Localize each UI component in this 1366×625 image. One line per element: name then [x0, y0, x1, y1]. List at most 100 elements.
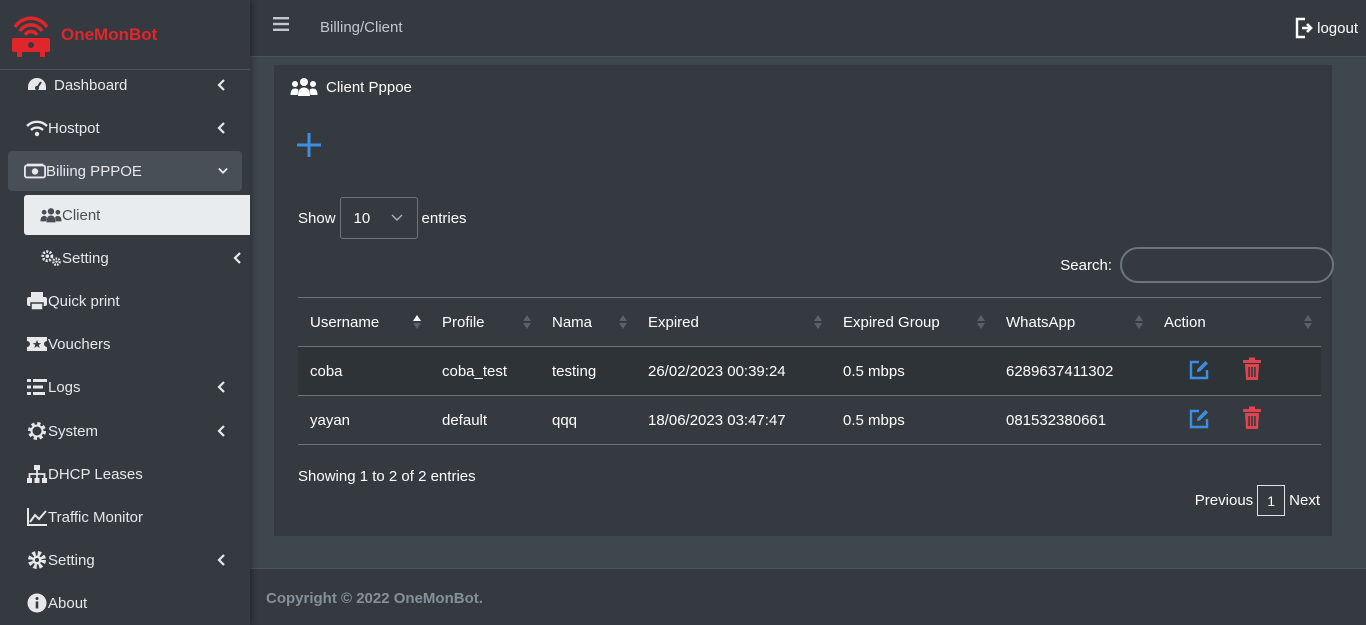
sidebar-item-billing-pppoe[interactable]: Biliing PPPOE: [8, 151, 242, 191]
chevron-left-icon: [216, 381, 226, 393]
chart-line-icon: [26, 506, 48, 528]
sidebar-item-dhcp-leases[interactable]: DHCP Leases: [0, 454, 250, 494]
router-logo-icon: [12, 16, 50, 57]
chevron-left-icon: [216, 79, 226, 91]
sidebar-item-client[interactable]: Client: [24, 195, 250, 235]
sort-icon: [619, 315, 627, 329]
sitemap-icon: [26, 463, 48, 485]
sort-icon: [1135, 315, 1143, 329]
cell-profile: coba_test: [430, 346, 540, 396]
sidebar-item-about[interactable]: About: [0, 583, 250, 623]
sidebar-item-label: Biliing PPPOE: [46, 162, 142, 180]
wifi-icon: [26, 117, 48, 139]
hamburger-menu-icon[interactable]: [273, 17, 289, 31]
cell-expired: 18/06/2023 03:47:47: [636, 395, 831, 445]
delete-button[interactable]: [1242, 357, 1262, 381]
search-control: Search:: [1060, 247, 1334, 283]
chevron-left-icon: [216, 122, 226, 134]
sidebar-item-label: About: [48, 594, 88, 612]
sort-icon: [523, 315, 531, 329]
sidebar-item-traffic-monitor[interactable]: Traffic Monitor: [0, 497, 250, 537]
cell-action: [1152, 346, 1321, 396]
sidebar-item-dashboard[interactable]: Dashboard: [0, 65, 250, 105]
ticket-icon: [26, 333, 48, 355]
page-length-select[interactable]: 10: [339, 197, 418, 239]
sidebar-item-vouchers[interactable]: Vouchers: [0, 324, 250, 364]
add-client-button[interactable]: [296, 132, 322, 158]
brand-name: OneMonBot: [61, 24, 158, 44]
sidebar-item-label: Client: [62, 206, 101, 224]
column-header-expired[interactable]: Expired: [636, 297, 831, 347]
page-length-control: Show 10 entries: [298, 197, 467, 239]
search-input[interactable]: [1120, 247, 1334, 283]
client-table: Username Profile Nama Expired Expired Gr…: [298, 297, 1321, 445]
edit-button[interactable]: [1188, 359, 1210, 381]
sidebar-item-label: Vouchers: [48, 335, 111, 353]
column-header-nama[interactable]: Nama: [540, 297, 636, 347]
delete-button[interactable]: [1242, 406, 1262, 430]
table-row: yayan default qqq 18/06/2023 03:47:47 0.…: [298, 395, 1321, 445]
sidebar-item-hostpot[interactable]: Hostpot: [0, 108, 250, 148]
cell-profile: default: [430, 395, 540, 445]
table-header-row: Username Profile Nama Expired Expired Gr…: [298, 297, 1321, 347]
table-row: coba coba_test testing 26/02/2023 00:39:…: [298, 346, 1321, 396]
logout-label: logout: [1317, 19, 1358, 37]
page-length-value: 10: [353, 209, 371, 227]
users-icon: [40, 204, 62, 226]
brand[interactable]: OneMonBot: [0, 0, 250, 70]
search-label: Search:: [1060, 256, 1112, 274]
sidebar-item-quick-print[interactable]: Quick print: [0, 281, 250, 321]
sidebar: OneMonBot Dashboard Hostpot Biliing PPPO…: [0, 0, 250, 625]
cogs-icon: [40, 247, 62, 269]
cell-whatsapp: 6289637411302: [994, 346, 1152, 396]
sidebar-item-setting[interactable]: Setting: [0, 540, 250, 580]
column-header-expired-group[interactable]: Expired Group: [831, 297, 994, 347]
sidebar-item-label: System: [48, 422, 99, 440]
entries-label: entries: [421, 209, 467, 227]
cell-whatsapp: 081532380661: [994, 395, 1152, 445]
chevron-down-icon: [391, 214, 403, 221]
printer-icon: [26, 290, 48, 312]
cell-username: yayan: [298, 395, 430, 445]
previous-page-button[interactable]: Previous: [1195, 492, 1253, 509]
footer: Copyright © 2022 OneMonBot.: [250, 568, 1366, 625]
show-label: Show: [298, 209, 336, 227]
table-info: Showing 1 to 2 of 2 entries: [298, 468, 476, 485]
edit-icon: [1189, 360, 1209, 380]
page-button-current[interactable]: 1: [1257, 485, 1286, 516]
column-header-whatsapp[interactable]: WhatsApp: [994, 297, 1152, 347]
sidebar-item-logs[interactable]: Logs: [0, 367, 250, 407]
cell-expired-group: 0.5 mbps: [831, 395, 994, 445]
card-title-text: Client Pppoe: [326, 78, 412, 96]
sidebar-item-label: Logs: [48, 378, 81, 396]
info-icon: [26, 592, 48, 614]
sidebar-item-label: Hostpot: [48, 119, 100, 137]
card-title: Client Pppoe: [290, 77, 412, 97]
sidebar-item-label: Traffic Monitor: [48, 508, 144, 526]
column-header-action[interactable]: Action: [1152, 297, 1321, 347]
gauge-icon: [26, 74, 48, 96]
sign-out-icon: [1295, 17, 1313, 39]
next-page-button[interactable]: Next: [1289, 492, 1320, 509]
column-header-profile[interactable]: Profile: [430, 297, 540, 347]
chevron-left-icon: [216, 554, 226, 566]
sidebar-item-label: DHCP Leases: [48, 465, 143, 483]
trash-icon: [1243, 406, 1262, 429]
breadcrumb: Billing/Client: [320, 19, 403, 36]
cell-expired-group: 0.5 mbps: [831, 346, 994, 396]
trash-icon: [1243, 357, 1262, 380]
sidebar-item-billing-setting[interactable]: Setting: [0, 238, 250, 278]
chevron-down-icon: [218, 166, 228, 176]
sort-icon: [814, 315, 822, 329]
top-navbar: Billing/Client logout: [250, 0, 1366, 57]
client-card: Client Pppoe Show 10 entries Search: Use…: [274, 65, 1334, 536]
sidebar-item-system[interactable]: System: [0, 411, 250, 451]
edit-button[interactable]: [1188, 408, 1210, 430]
column-header-username[interactable]: Username: [298, 297, 430, 347]
sidebar-item-label: Setting: [48, 551, 95, 569]
sidebar-item-label: Setting: [62, 249, 109, 267]
logout-button[interactable]: logout: [1295, 17, 1358, 39]
gear-icon: [26, 420, 48, 442]
sort-icon: [977, 315, 985, 329]
cell-action: [1152, 395, 1321, 445]
